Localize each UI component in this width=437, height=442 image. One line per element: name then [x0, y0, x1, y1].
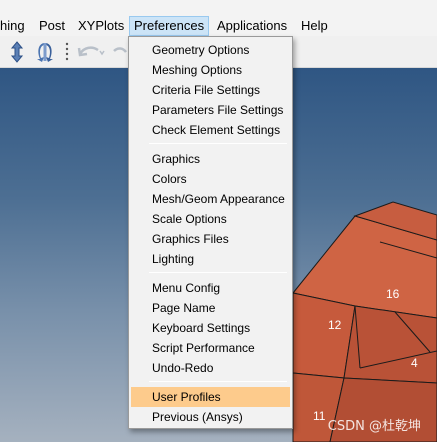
menu-item-page-name[interactable]: Page Name	[131, 298, 290, 318]
menu-item-previous-ansys[interactable]: Previous (Ansys)	[131, 407, 290, 427]
separator-dots-icon	[63, 39, 71, 65]
menu-item-lighting[interactable]: Lighting	[131, 249, 290, 269]
redo-icon[interactable]	[110, 39, 128, 65]
menu-item-mesh-geom-appearance[interactable]: Mesh/Geom Appearance	[131, 189, 290, 209]
node-label: 11	[313, 409, 326, 423]
menu-item-script-performance[interactable]: Script Performance	[131, 338, 290, 358]
menu-item-meshing-options[interactable]: Meshing Options	[131, 60, 290, 80]
menu-item-parameters-file-settings[interactable]: Parameters File Settings	[131, 100, 290, 120]
rotate-arrows-icon[interactable]	[8, 39, 26, 65]
menu-separator	[149, 143, 287, 144]
menu-item-check-element-settings[interactable]: Check Element Settings	[131, 120, 290, 140]
menu-applications[interactable]: Applications	[213, 16, 291, 36]
preferences-menu: Geometry Options Meshing Options Criteri…	[128, 36, 293, 429]
menu-item-graphics-files[interactable]: Graphics Files	[131, 229, 290, 249]
menu-separator	[149, 272, 287, 273]
menu-meshing[interactable]: hing	[0, 16, 29, 36]
menu-item-graphics[interactable]: Graphics	[131, 149, 290, 169]
menu-xyplots[interactable]: XYPlots	[74, 16, 128, 36]
undo-icon[interactable]	[75, 39, 107, 65]
menu-post[interactable]: Post	[35, 16, 69, 36]
menu-preferences[interactable]: Preferences	[129, 16, 210, 36]
menu-help[interactable]: Help	[297, 16, 332, 36]
menu-item-colors[interactable]: Colors	[131, 169, 290, 189]
node-label: 4	[411, 356, 418, 370]
node-label: 16	[386, 287, 400, 301]
menu-item-geometry-options[interactable]: Geometry Options	[131, 40, 290, 60]
menu-item-undo-redo[interactable]: Undo-Redo	[131, 358, 290, 378]
node-label: 12	[328, 318, 342, 332]
menu-item-criteria-file-settings[interactable]: Criteria File Settings	[131, 80, 290, 100]
menu-item-menu-config[interactable]: Menu Config	[131, 278, 290, 298]
flip-icon[interactable]	[32, 39, 58, 65]
menu-item-scale-options[interactable]: Scale Options	[131, 209, 290, 229]
menu-item-user-profiles[interactable]: User Profiles	[131, 387, 290, 407]
watermark: CSDN @杜乾坤	[327, 419, 421, 434]
menubar: hing Post XYPlots Preferences Applicatio…	[0, 0, 437, 36]
menu-separator	[149, 381, 287, 382]
menu-item-keyboard-settings[interactable]: Keyboard Settings	[131, 318, 290, 338]
